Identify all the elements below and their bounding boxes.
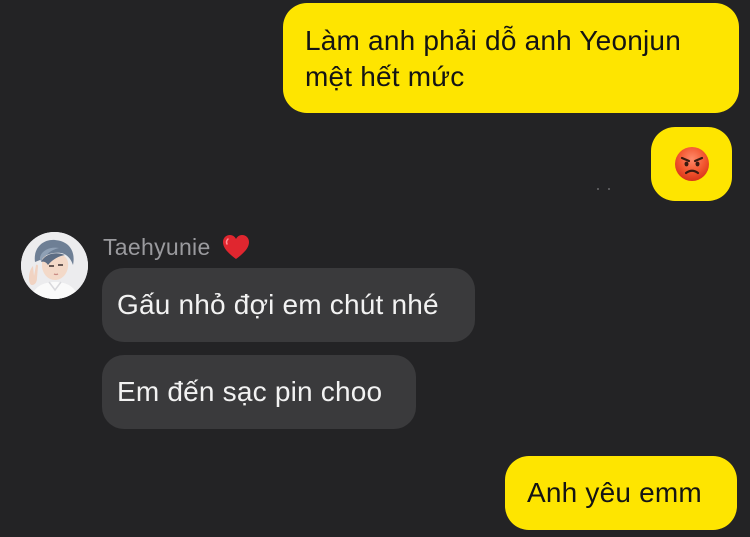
contact-name-label: Taehyunie bbox=[103, 231, 250, 263]
outgoing-message-bubble[interactable]: Anh yêu emm bbox=[505, 456, 737, 530]
outgoing-message-bubble[interactable]: Làm anh phải dỗ anh Yeonjun mệt hết mức bbox=[283, 3, 739, 113]
read-indicator-dot bbox=[608, 188, 610, 190]
contact-name: Taehyunie bbox=[103, 233, 211, 260]
incoming-message-bubble[interactable]: Em đến sạc pin choo bbox=[102, 355, 416, 429]
contact-avatar-icon[interactable] bbox=[21, 232, 88, 299]
red-heart-icon bbox=[222, 235, 249, 259]
message-text: Anh yêu emm bbox=[527, 477, 702, 508]
message-text: Gấu nhỏ đợi em chút nhé bbox=[117, 289, 439, 320]
message-text: Em đến sạc pin choo bbox=[117, 376, 383, 407]
incoming-message-bubble[interactable]: Gấu nhỏ đợi em chút nhé bbox=[102, 268, 475, 342]
outgoing-emoji-bubble[interactable] bbox=[651, 127, 732, 201]
read-indicator-dot bbox=[597, 188, 599, 190]
message-text: Làm anh phải dỗ anh Yeonjun mệt hết mức bbox=[305, 25, 681, 92]
chat-conversation: Làm anh phải dỗ anh Yeonjun mệt hết mức bbox=[0, 0, 750, 537]
angry-face-icon bbox=[674, 147, 709, 181]
